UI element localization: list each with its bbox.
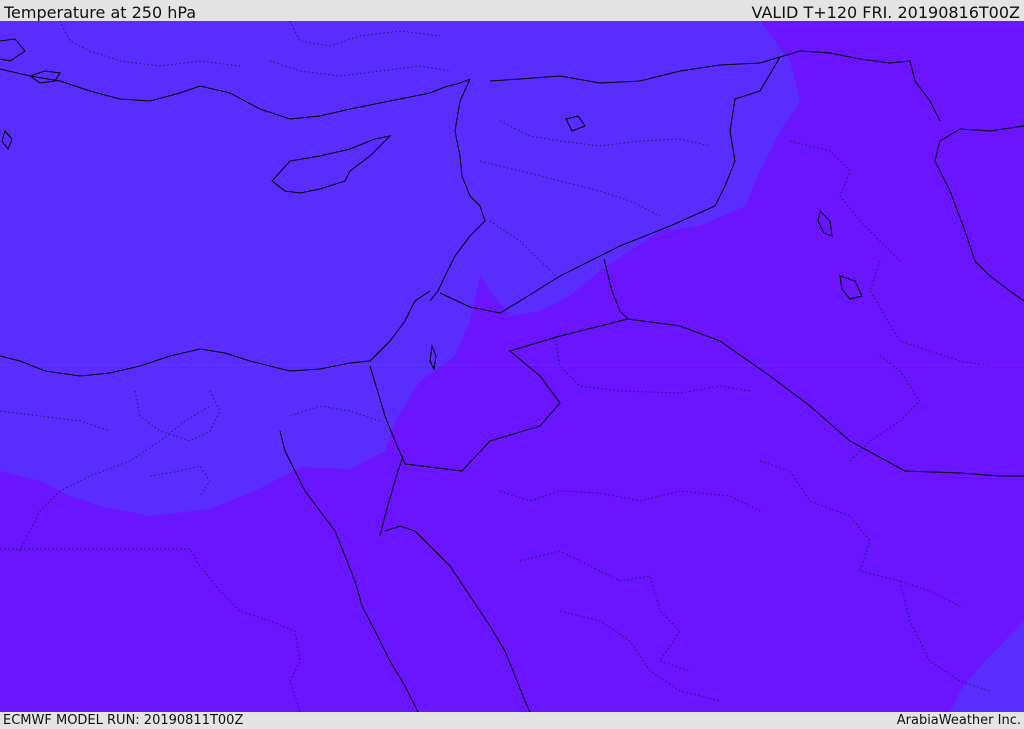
header-bar: Temperature at 250 hPa VALID T+120 FRI. … [0,0,1024,22]
map-title: Temperature at 250 hPa [4,3,197,22]
credit: ArabiaWeather Inc. [896,713,1021,728]
valid-time: VALID T+120 FRI. 20190816T00Z [751,3,1020,22]
footer-bar: ECMWF MODEL RUN: 20190811T00Z ArabiaWeat… [0,712,1024,729]
weather-map [0,21,1024,712]
model-run: ECMWF MODEL RUN: 20190811T00Z [3,713,244,728]
